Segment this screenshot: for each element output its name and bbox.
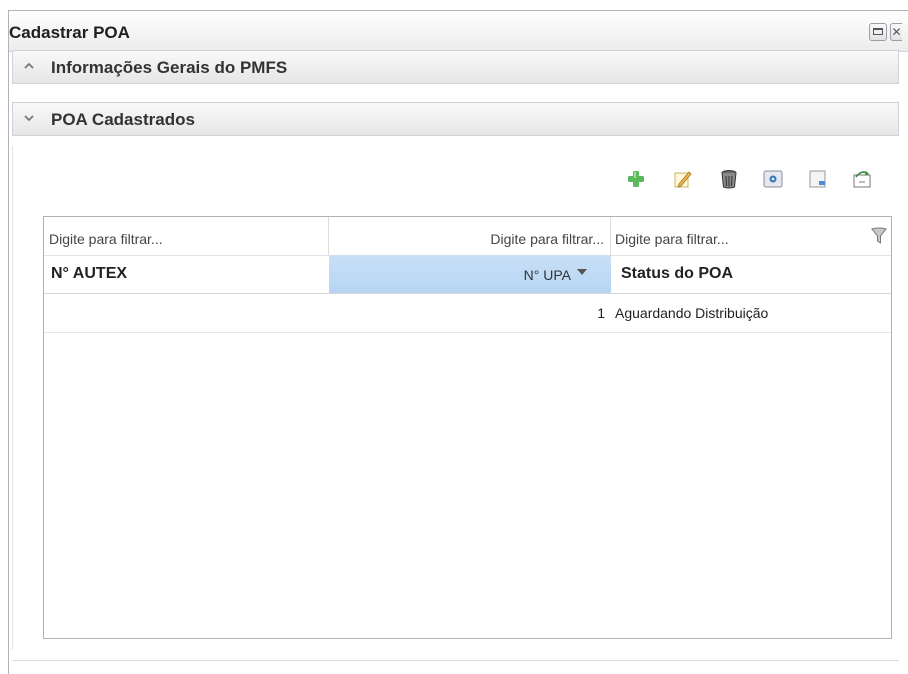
column-header-upa-label: N° UPA (523, 267, 571, 283)
table-row[interactable]: 1 Aguardando Distribuição (44, 294, 891, 333)
cell-autex (44, 294, 329, 332)
close-button[interactable]: ✕ (890, 23, 902, 41)
section-title: Informações Gerais do PMFS (51, 58, 288, 77)
filter-autex-input[interactable]: Digite para filtrar... (44, 217, 329, 255)
export-icon (809, 170, 826, 188)
close-icon: ✕ (891, 25, 902, 39)
filter-row: Digite para filtrar... Digite para filtr… (44, 217, 891, 256)
column-header-upa[interactable]: N° UPA (329, 255, 611, 293)
filter-icon[interactable] (871, 227, 887, 248)
column-header-status[interactable]: Status do POA (611, 255, 891, 293)
divider (12, 660, 899, 661)
window-titlebar: Cadastrar POA ✕ (9, 11, 908, 52)
section-title: POA Cadastrados (51, 110, 195, 129)
header-row: N° AUTEX N° UPA Status do POA (44, 255, 891, 294)
refresh-button[interactable] (851, 168, 873, 190)
delete-button[interactable] (718, 168, 740, 190)
poa-grid: Digite para filtrar... Digite para filtr… (43, 216, 892, 639)
add-button[interactable] (625, 168, 647, 190)
cell-status: Aguardando Distribuição (615, 305, 769, 321)
chevron-up-icon (23, 59, 35, 74)
add-icon (628, 171, 644, 187)
section-informacoes-gerais[interactable]: Informações Gerais do PMFS (12, 50, 899, 84)
edit-button[interactable] (672, 168, 694, 190)
sort-desc-icon (577, 269, 587, 275)
cell-upa: 1 (597, 305, 605, 321)
chevron-down-icon (23, 111, 35, 126)
filter-upa-input[interactable]: Digite para filtrar... (329, 217, 611, 255)
column-header-autex[interactable]: N° AUTEX (44, 255, 329, 293)
view-icon (763, 170, 783, 188)
refresh-icon (853, 171, 871, 188)
maximize-icon (873, 28, 883, 35)
filter-status-placeholder: Digite para filtrar... (615, 231, 729, 247)
delete-icon (721, 170, 737, 189)
view-button[interactable] (762, 168, 784, 190)
filter-status-input[interactable]: Digite para filtrar... (611, 217, 891, 255)
window-title: Cadastrar POA (9, 23, 130, 42)
export-button[interactable] (807, 168, 829, 190)
section-poa-cadastrados[interactable]: POA Cadastrados (12, 102, 899, 136)
edit-icon (674, 171, 692, 188)
maximize-button[interactable] (869, 23, 887, 41)
